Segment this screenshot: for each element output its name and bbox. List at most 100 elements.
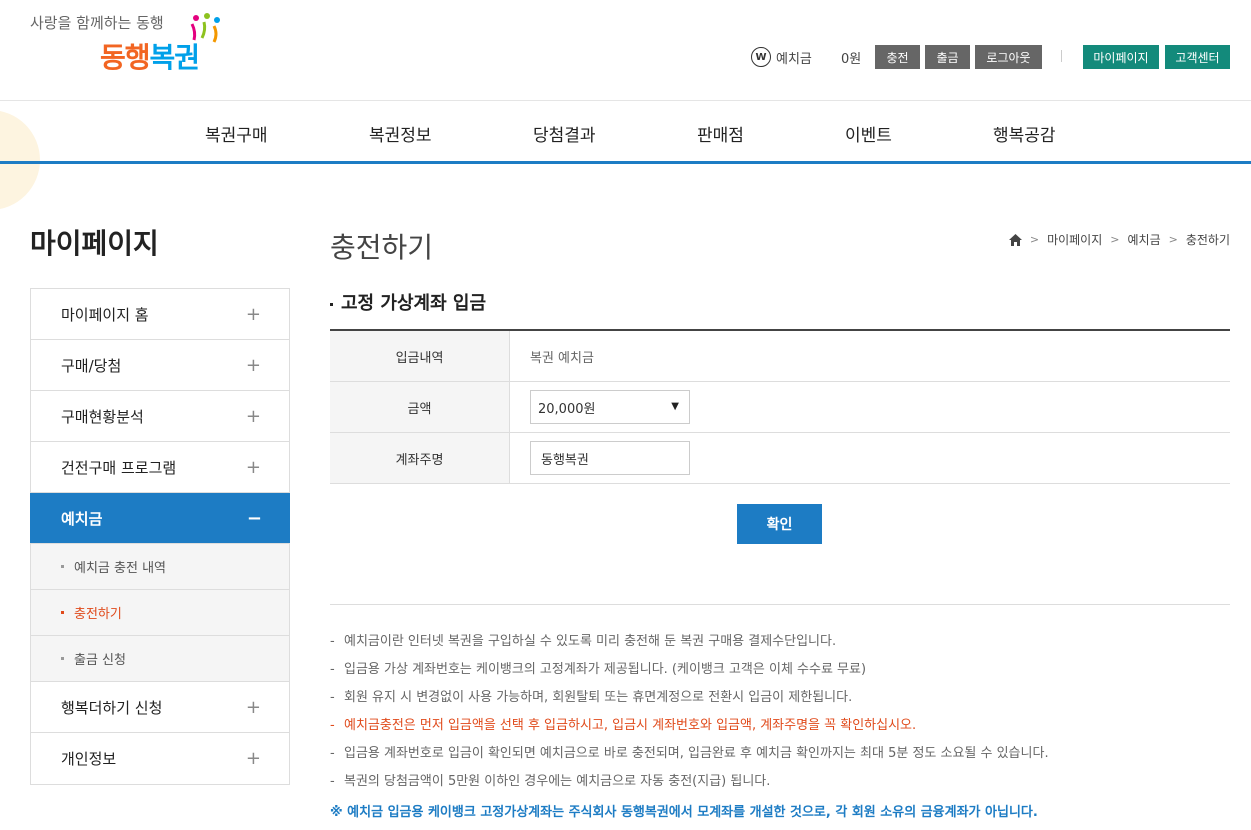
plus-icon: +	[245, 457, 261, 478]
sidebar-subitem-label: 출금 신청	[74, 653, 126, 668]
dash-marker: -	[330, 634, 335, 649]
plus-icon: +	[245, 748, 261, 769]
sidebar-item-label: 구매현황분석	[61, 407, 144, 426]
account-holder-field[interactable]: 동행복권	[530, 441, 690, 475]
sidebar-item-purchase-win[interactable]: 구매/당첨 +	[31, 340, 289, 391]
divider	[330, 604, 1230, 605]
sidebar-item-happiness[interactable]: 행복더하기 신청 +	[31, 682, 289, 733]
plus-icon: +	[245, 304, 261, 325]
breadcrumb-item-current: 충전하기	[1185, 233, 1230, 247]
sidebar-item-personal-info[interactable]: 개인정보 +	[31, 733, 289, 784]
deposit-label: 예치금	[776, 52, 812, 67]
nav-item-info[interactable]: 복권정보	[369, 121, 432, 146]
logo-text-part1: 동행	[100, 41, 151, 74]
note-text: 회원 유지 시 변경없이 사용 가능하며, 회원탈퇴 또는 휴면계정으로 전환시…	[344, 690, 853, 705]
chevron-right-icon: >	[1029, 233, 1040, 246]
logo-figures-icon	[190, 13, 220, 43]
divider	[1061, 50, 1062, 62]
note-text: 예치금충전은 먼저 입금액을 선택 후 입금하시고, 입금시 계좌번호와 입금액…	[344, 718, 917, 733]
logo-slogan: 사랑을 함께하는 동행	[30, 14, 164, 32]
note-item: - 복권의 당첨금액이 5만원 이하인 경우에는 예치금으로 자동 충전(지급) …	[330, 772, 1230, 800]
confirm-button[interactable]: 확인	[737, 504, 822, 544]
note-text: 입금용 가상 계좌번호는 케이뱅크의 고정계좌가 제공됩니다. (케이뱅크 고객…	[344, 662, 867, 677]
minus-icon: −	[246, 508, 262, 529]
sidebar-subitem-label: 예치금 충전 내역	[74, 561, 166, 576]
amount-select[interactable]: 20,000원 ▼	[530, 390, 690, 424]
charge-button[interactable]: 충전	[875, 45, 920, 69]
note-item: - 입금용 가상 계좌번호는 케이뱅크의 고정계좌가 제공됩니다. (케이뱅크 고…	[330, 660, 1230, 688]
dash-marker: -	[330, 718, 335, 733]
dash-marker: -	[330, 662, 335, 677]
chevron-right-icon: >	[1110, 233, 1120, 246]
holder-cell: 동행복권	[510, 433, 1230, 483]
notes-list: - 예치금이란 인터넷 복권을 구입하실 수 있도록 미리 충전해 둔 복권 구매…	[330, 632, 1230, 800]
sidebar-item-label: 예치금	[61, 509, 103, 528]
plus-icon: +	[245, 406, 261, 427]
bullet-icon	[61, 565, 64, 568]
wallet-icon: W	[751, 47, 771, 67]
sidebar-item-label: 마이페이지 홈	[61, 305, 149, 324]
nav-item-events[interactable]: 이벤트	[845, 121, 892, 146]
row-label: 입금내역	[330, 331, 510, 381]
nav-item-buy[interactable]: 복권구매	[205, 121, 268, 146]
withdraw-button[interactable]: 출금	[925, 45, 970, 69]
support-button[interactable]: 고객센터	[1165, 45, 1230, 69]
dash-marker: -	[330, 690, 335, 705]
section-title-text: 고정 가상계좌 입금	[341, 293, 487, 314]
sidebar-subitem-label: 충전하기	[74, 607, 122, 622]
row-label: 계좌주명	[330, 433, 510, 483]
note-text: 입금용 계좌번호로 입금이 확인되면 예치금으로 바로 충전되며, 입금완료 후…	[344, 746, 1049, 761]
table-row: 입금내역 복권 예치금	[330, 331, 1230, 382]
sidebar-item-healthy-purchase[interactable]: 건전구매 프로그램 +	[31, 442, 289, 493]
deposit-type-value: 복권 예치금	[530, 350, 594, 366]
sidebar-menu: 마이페이지 홈 + 구매/당첨 + 구매현황분석 + 건전구매 프로그램 + 예…	[30, 288, 290, 785]
nav-item-results[interactable]: 당첨결과	[533, 121, 596, 146]
dropdown-arrow-icon: ▼	[671, 401, 679, 412]
nav-item-stores[interactable]: 판매점	[697, 121, 744, 146]
deposit-amount: 0원	[841, 52, 862, 67]
sidebar-item-deposit[interactable]: 예치금 −	[30, 493, 290, 544]
sidebar-item-label: 행복더하기 신청	[61, 698, 163, 717]
breadcrumb-item[interactable]: 마이페이지	[1047, 231, 1102, 248]
nav-item-community[interactable]: 행복공감	[993, 121, 1056, 146]
row-label: 금액	[330, 382, 510, 432]
sidebar-subitem-withdraw[interactable]: 출금 신청	[31, 636, 289, 682]
home-icon[interactable]	[1008, 233, 1022, 246]
breadcrumb: > 마이페이지 > 예치금 > 충전하기	[1008, 231, 1230, 248]
logout-button[interactable]: 로그아웃	[975, 45, 1042, 69]
sidebar-item-mypage-home[interactable]: 마이페이지 홈 +	[31, 289, 289, 340]
dash-marker: -	[330, 746, 335, 761]
sidebar-item-label: 구매/당첨	[61, 356, 122, 375]
sidebar-item-purchase-analysis[interactable]: 구매현황분석 +	[31, 391, 289, 442]
note-text: 복권의 당첨금액이 5만원 이하인 경우에는 예치금으로 자동 충전(지급) 됩…	[344, 774, 771, 789]
bullet-icon	[330, 302, 333, 306]
main-nav: 복권구매 복권정보 당첨결과 판매점 이벤트 행복공감	[0, 100, 1251, 164]
plus-icon: +	[245, 697, 261, 718]
plus-icon: +	[245, 355, 261, 376]
dash-marker: -	[330, 774, 335, 789]
note-item: - 회원 유지 시 변경없이 사용 가능하며, 회원탈퇴 또는 휴면계정으로 전환…	[330, 688, 1230, 716]
bullet-icon	[61, 611, 64, 614]
table-row: 계좌주명 동행복권	[330, 433, 1230, 484]
section-title: 고정 가상계좌 입금	[330, 289, 486, 315]
chevron-right-icon: >	[1168, 233, 1178, 246]
sidebar-item-label: 건전구매 프로그램	[61, 458, 177, 477]
sidebar-subitem-charge[interactable]: 충전하기	[31, 590, 289, 636]
header: 사랑을 함께하는 동행 동행복권 W 예치금 0원 충전 출금 로그아웃 마이페…	[0, 0, 1251, 100]
note-item-warning: - 예치금충전은 먼저 입금액을 선택 후 입금하시고, 입금시 계좌번호와 입금…	[330, 716, 1230, 744]
bullet-icon	[61, 657, 64, 660]
table-row: 금액 20,000원 ▼	[330, 382, 1230, 433]
note-item: - 예치금이란 인터넷 복권을 구입하실 수 있도록 미리 충전해 둔 복권 구매…	[330, 632, 1230, 660]
logo[interactable]: 동행복권	[100, 36, 200, 76]
note-footer: ※ 예치금 입금용 케이뱅크 고정가상계좌는 주식회사 동행복권에서 모계좌를 …	[330, 805, 1038, 820]
page-title: 충전하기	[330, 231, 434, 264]
sidebar-title: 마이페이지	[30, 227, 159, 260]
note-text: 예치금이란 인터넷 복권을 구입하실 수 있도록 미리 충전해 둔 복권 구매용…	[344, 634, 837, 649]
sidebar-subitem-charge-history[interactable]: 예치금 충전 내역	[31, 544, 289, 590]
amount-cell: 20,000원 ▼	[510, 382, 1230, 432]
sidebar-item-label: 개인정보	[61, 750, 117, 768]
breadcrumb-item[interactable]: 예치금	[1127, 231, 1160, 248]
amount-select-value: 20,000원	[538, 401, 596, 417]
note-item: - 입금용 계좌번호로 입금이 확인되면 예치금으로 바로 충전되며, 입금완료 …	[330, 744, 1230, 772]
mypage-button[interactable]: 마이페이지	[1083, 45, 1159, 69]
